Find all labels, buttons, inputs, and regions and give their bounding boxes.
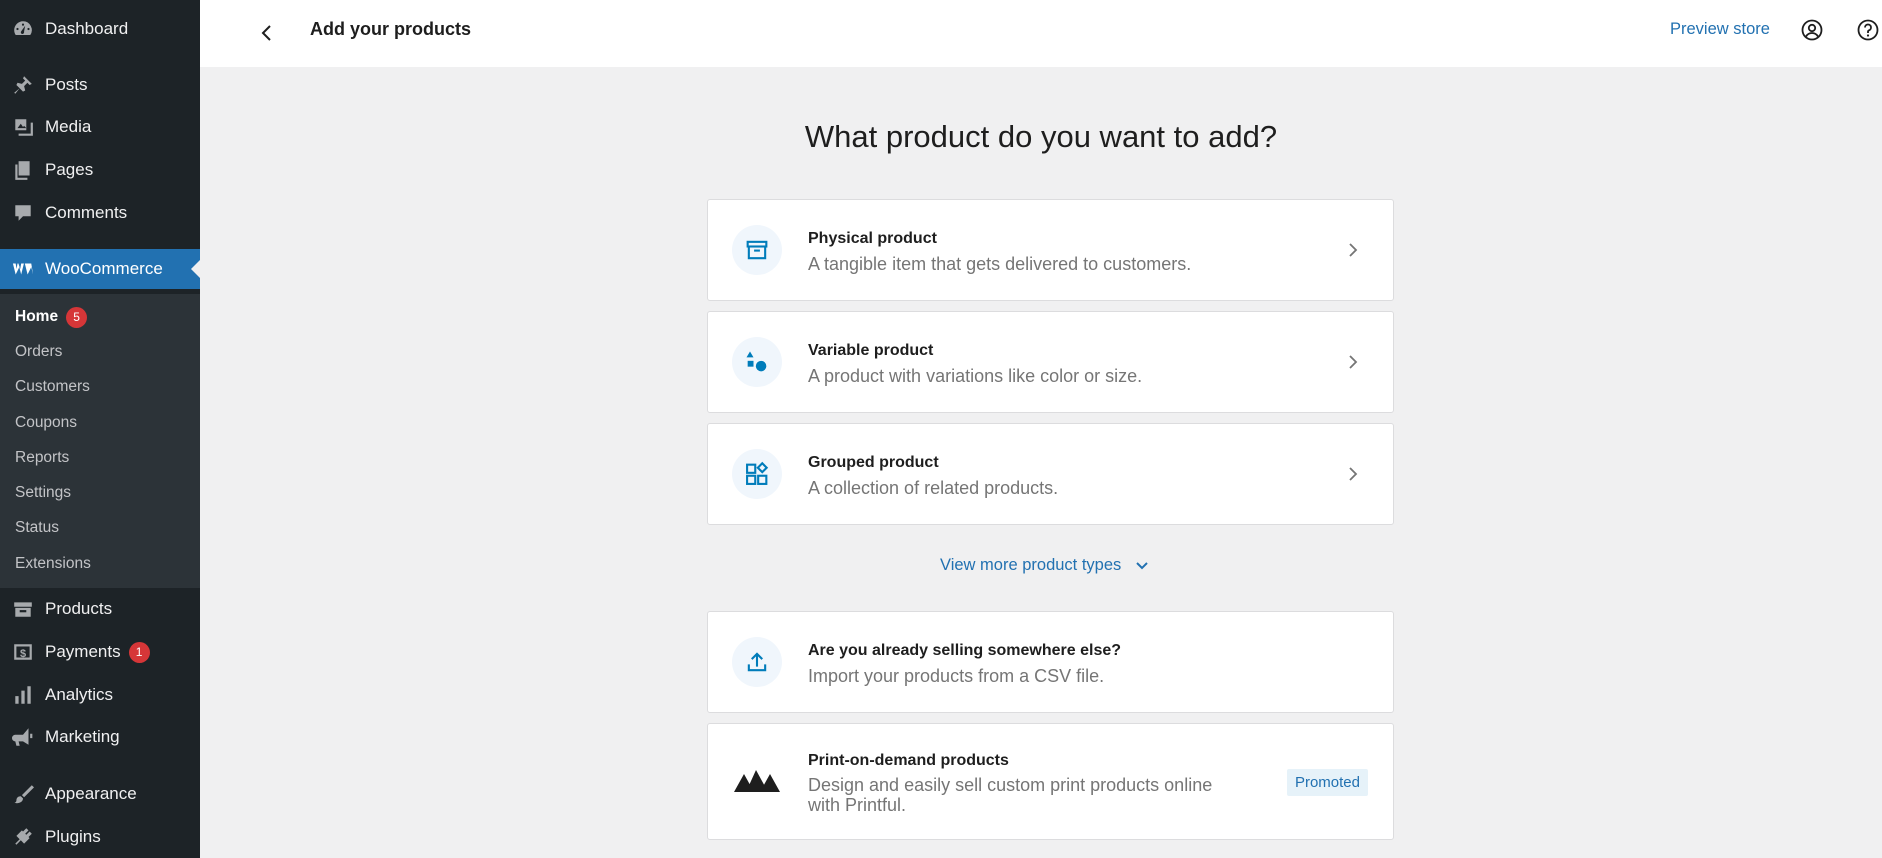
menu-pages-label: Pages (45, 160, 94, 179)
card-description-line2: with Printful. (808, 795, 907, 815)
menu-woocommerce[interactable]: WooCommerce (0, 249, 200, 289)
menu-media-label: Media (45, 117, 92, 136)
pages-icon (0, 159, 45, 181)
card-description: Import your products from a CSV file. (808, 666, 1105, 686)
home-notification-badge: 5 (66, 306, 88, 328)
card-title: Physical product (808, 230, 937, 247)
print-on-demand-card[interactable]: Print-on-demand products Design and easi… (707, 723, 1394, 840)
chevron-left-icon (261, 25, 271, 41)
menu-products-label: Products (45, 599, 113, 618)
help-button[interactable] (1854, 16, 1882, 44)
menu-plugins-label: Plugins (45, 827, 101, 846)
blocks-icon (746, 461, 769, 485)
chevron-right-icon (1343, 464, 1363, 484)
variable-product-icon-wrap (732, 337, 782, 387)
menu-woocommerce-label: WooCommerce (45, 259, 163, 278)
card-title: Grouped product (808, 454, 939, 471)
menu-comments-label: Comments (45, 203, 128, 222)
menu-payments-label: Payments (45, 642, 121, 661)
view-more-product-types-button[interactable]: View more product types (940, 556, 1149, 575)
import-products-card[interactable]: Are you already selling somewhere else? … (707, 611, 1394, 713)
box-icon (746, 240, 768, 260)
card-description: A tangible item that gets delivered to c… (808, 254, 1192, 274)
archive-icon (0, 598, 45, 620)
menu-appearance[interactable]: Appearance (0, 774, 200, 814)
menu-products[interactable]: Products (0, 589, 200, 629)
submenu-extensions[interactable]: Extensions (15, 552, 91, 576)
submenu-status-label: Status (15, 519, 59, 536)
promoted-badge: Promoted (1286, 769, 1368, 796)
menu-posts[interactable]: Posts (0, 65, 200, 105)
top-header: Add your products Preview store (200, 0, 1882, 67)
menu-dashboard[interactable]: Dashboard (0, 9, 200, 49)
submenu-settings[interactable]: Settings (15, 481, 71, 505)
menu-appearance-label: Appearance (45, 784, 137, 803)
submenu-extensions-label: Extensions (15, 555, 91, 572)
paintbrush-icon (0, 783, 45, 805)
menu-analytics[interactable]: Analytics (0, 675, 200, 715)
card-title: Are you already selling somewhere else? (808, 642, 1122, 659)
menu-marketing[interactable]: Marketing (0, 717, 200, 757)
card-description-line1: Design and easily sell custom print prod… (808, 775, 1213, 795)
submenu-coupons[interactable]: Coupons (15, 411, 77, 435)
upload-icon (747, 652, 767, 672)
grouped-product-icon-wrap (732, 449, 782, 499)
submenu-settings-label: Settings (15, 484, 72, 501)
submenu-coupons-label: Coupons (15, 414, 78, 431)
submenu-orders[interactable]: Orders (15, 340, 62, 364)
menu-plugins[interactable]: Plugins (0, 817, 200, 857)
submenu-orders-label: Orders (15, 343, 63, 360)
chevron-right-icon (1343, 352, 1363, 372)
megaphone-icon (0, 726, 45, 748)
media-icon (0, 116, 45, 138)
menu-comments[interactable]: Comments (0, 193, 200, 233)
submenu-home[interactable]: Home 5 (15, 305, 88, 329)
dollar-icon: $ (0, 641, 45, 663)
admin-sidebar: Dashboard Posts Media Pages Comments Woo… (0, 0, 200, 858)
physical-product-icon-wrap (732, 225, 782, 275)
submenu-reports-label: Reports (15, 449, 70, 466)
plug-icon (0, 826, 45, 848)
card-description: A product with variations like color or … (808, 366, 1143, 386)
page-title: Add your products (310, 19, 471, 39)
pin-icon (0, 74, 45, 96)
submenu-customers-label: Customers (15, 378, 90, 395)
user-circle-icon (1801, 19, 1823, 41)
printful-logo-icon (734, 770, 780, 797)
preview-store-link[interactable]: Preview store (1670, 20, 1770, 39)
woocommerce-submenu: Home 5 Orders Customers Coupons Reports … (0, 294, 200, 588)
menu-analytics-label: Analytics (45, 685, 114, 704)
chevron-down-icon (1136, 561, 1149, 569)
account-button[interactable] (1798, 16, 1826, 44)
submenu-status[interactable]: Status (15, 516, 59, 540)
menu-media[interactable]: Media (0, 107, 200, 147)
help-circle-icon (1857, 19, 1879, 41)
card-description: A collection of related products. (808, 478, 1059, 498)
menu-dashboard-label: Dashboard (45, 19, 129, 38)
main-heading: What product do you want to add? (804, 119, 1278, 154)
menu-pages[interactable]: Pages (0, 150, 200, 190)
card-title: Print-on-demand products (808, 752, 1009, 769)
card-title: Variable product (808, 342, 934, 359)
submenu-home-label: Home (15, 308, 59, 325)
dashboard-icon (0, 18, 45, 40)
comment-icon (0, 202, 45, 224)
variable-product-card[interactable]: Variable product A product with variatio… (707, 311, 1394, 413)
view-more-label: View more product types (940, 556, 1122, 574)
back-button[interactable] (252, 18, 282, 48)
svg-text:$: $ (19, 648, 25, 660)
menu-payments[interactable]: $ Payments 1 (0, 632, 200, 672)
submenu-customers[interactable]: Customers (15, 375, 90, 399)
submenu-reports[interactable]: Reports (15, 446, 69, 470)
import-icon-wrap (732, 637, 782, 687)
payments-notification-badge: 1 (128, 641, 150, 663)
physical-product-card[interactable]: Physical product A tangible item that ge… (707, 199, 1394, 301)
menu-marketing-label: Marketing (45, 727, 120, 746)
menu-posts-label: Posts (45, 75, 88, 94)
shapes-icon (746, 351, 767, 372)
chevron-right-icon (1343, 240, 1363, 260)
bar-chart-icon (0, 684, 45, 706)
woocommerce-icon (0, 258, 45, 280)
grouped-product-card[interactable]: Grouped product A collection of related … (707, 423, 1394, 525)
